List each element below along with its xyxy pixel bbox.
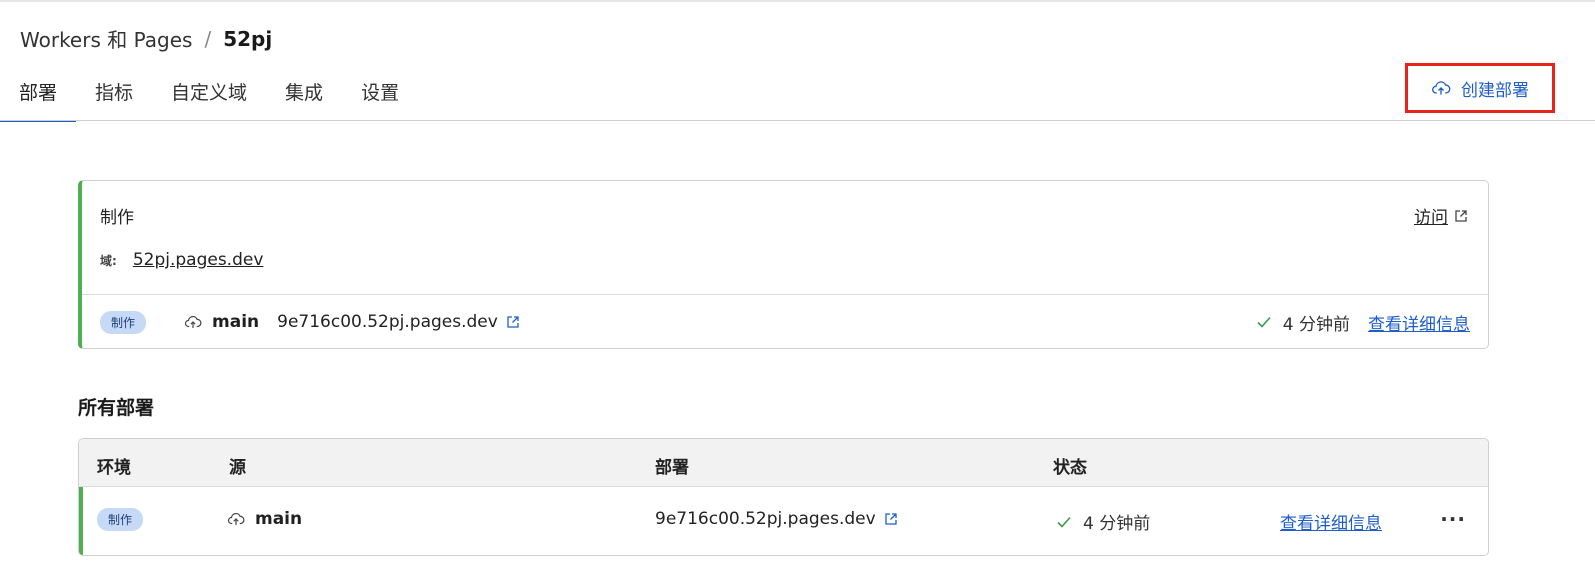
source-branch: main (184, 312, 259, 332)
view-details-link[interactable]: 查看详细信息 (1280, 509, 1382, 534)
create-deployment-button[interactable]: 创建部署 (1405, 63, 1555, 113)
check-icon (1057, 516, 1071, 528)
external-link-icon (885, 513, 897, 525)
tab-integrations[interactable]: 集成 (266, 72, 342, 120)
create-deployment-label: 创建部署 (1461, 80, 1529, 101)
breadcrumb: Workers 和 Pages / 52pj (20, 24, 272, 53)
status-time: 4 分钟前 (1282, 314, 1350, 335)
table-row: 制作 main 9e716c00.52pj.pages.dev 4 分钟前 查看… (79, 487, 1488, 555)
tab-deployments[interactable]: 部署 (0, 72, 77, 122)
domain-row: 域: 52pj.pages.dev (100, 250, 263, 270)
column-header-deployment: 部署 (655, 458, 689, 478)
deployment-url-link[interactable]: 9e716c00.52pj.pages.dev (277, 312, 520, 332)
branch-name: main (212, 312, 260, 332)
cloud-upload-icon (227, 512, 245, 525)
all-deployments-title: 所有部署 (78, 397, 155, 419)
tab-bar: 部署 指标 自定义域 集成 设置 (0, 72, 418, 122)
external-link-icon (507, 316, 519, 328)
details-cell: 查看详细信息 (1280, 509, 1382, 534)
column-header-environment: 环境 (97, 458, 131, 478)
external-link-icon (1455, 209, 1467, 222)
cloud-upload-icon (184, 315, 202, 328)
status-time: 4 分钟前 (1083, 514, 1151, 534)
deployment-url: 9e716c00.52pj.pages.dev (655, 509, 876, 529)
column-header-source: 源 (229, 458, 246, 478)
table-header: 环境 源 部署 状态 (79, 439, 1488, 487)
breadcrumb-current: 52pj (223, 26, 273, 51)
status-cell: 4 分钟前 (1055, 509, 1150, 534)
breadcrumb-parent[interactable]: Workers 和 Pages (20, 24, 192, 53)
deployment-url: 9e716c00.52pj.pages.dev (277, 312, 498, 332)
more-actions-button[interactable]: ··· (1440, 507, 1466, 531)
top-border (0, 0, 1595, 2)
production-title: 制作 (100, 208, 134, 228)
visit-link[interactable]: 访问 (1414, 203, 1468, 228)
check-icon (1257, 316, 1271, 328)
tabs-divider (0, 120, 1595, 121)
deployment-url-link[interactable]: 9e716c00.52pj.pages.dev (655, 509, 898, 529)
source-cell: main (227, 509, 302, 529)
visit-label: 访问 (1414, 208, 1448, 228)
cloud-upload-icon (1432, 81, 1451, 95)
domain-label: 域: (100, 253, 117, 268)
deployment-status: 4 分钟前 (1255, 310, 1350, 335)
environment-cell: 制作 (97, 508, 144, 531)
tab-custom-domains[interactable]: 自定义域 (152, 72, 266, 120)
breadcrumb-separator: / (204, 26, 212, 51)
deployments-table: 环境 源 部署 状态 制作 main 9e716c00.52pj.pages.d… (78, 438, 1489, 556)
production-deployment-row: 制作 main 9e716c00.52pj.pages.dev 4 分钟前 查看… (100, 295, 1470, 349)
domain-link[interactable]: 52pj.pages.dev (133, 250, 264, 270)
view-details-link[interactable]: 查看详细信息 (1368, 310, 1470, 335)
production-card: 制作 访问 域: 52pj.pages.dev 制作 main 9e716c00… (78, 180, 1489, 349)
branch-name: main (255, 509, 303, 529)
column-header-status: 状态 (1053, 458, 1087, 478)
tab-settings[interactable]: 设置 (342, 72, 418, 120)
environment-badge: 制作 (100, 310, 147, 334)
environment-badge: 制作 (97, 508, 144, 531)
tab-metrics[interactable]: 指标 (76, 72, 152, 120)
